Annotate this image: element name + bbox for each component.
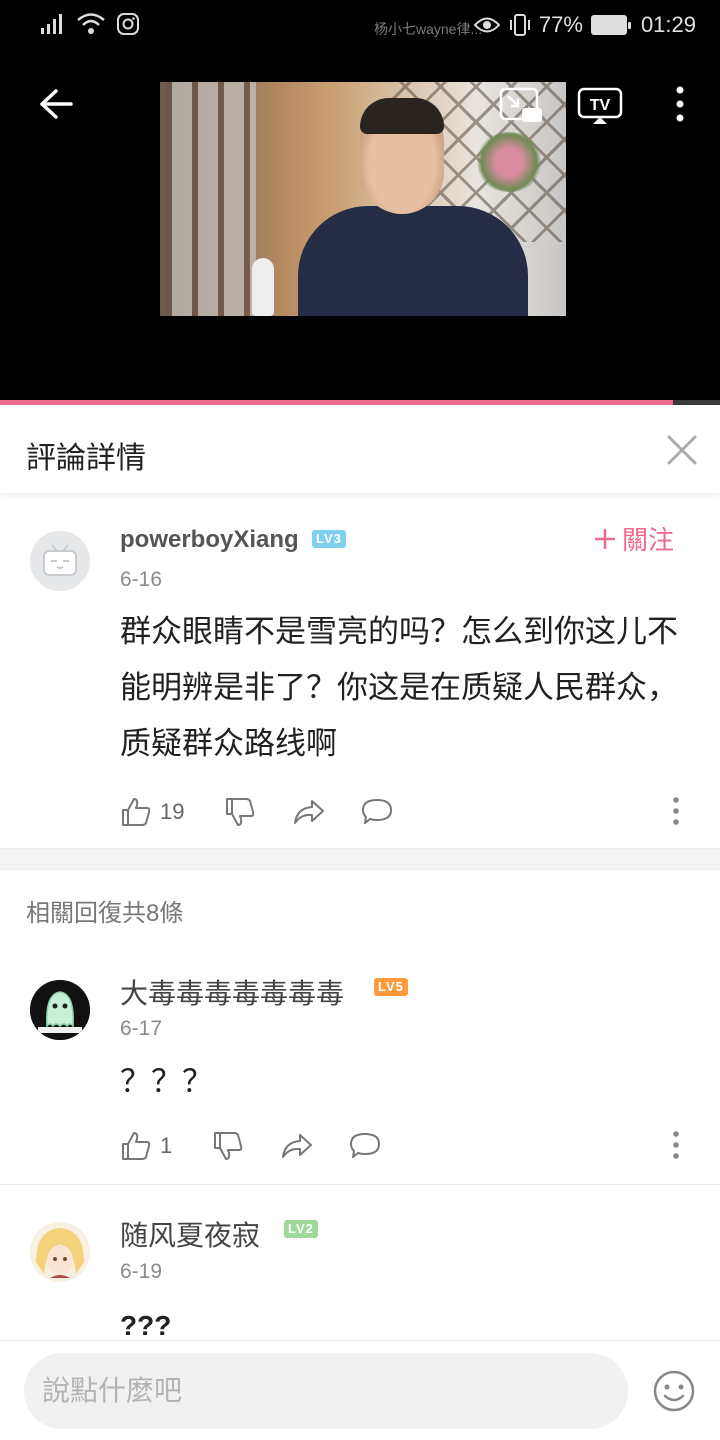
pip-button[interactable] [498,86,544,126]
reply-separator [0,1184,720,1185]
level-badge: LV3 [312,530,346,548]
like-button[interactable]: 19 [120,796,184,828]
comment-date: 6-19 [120,1260,163,1283]
svg-text:TV: TV [590,97,611,114]
follow-label: 關注 [622,525,675,555]
dislike-icon [226,798,255,826]
tv-mascot-avatar-icon [30,531,90,591]
reply-button[interactable] [348,1130,382,1162]
comment-more-button[interactable] [668,1128,684,1164]
avatar[interactable] [30,1222,90,1282]
eye-icon [473,17,501,33]
more-options-button[interactable] [664,82,696,126]
dislike-button[interactable] [224,796,256,828]
anime-girl-avatar-icon [30,1222,90,1282]
battery-percent: 77% [538,12,583,37]
share-button[interactable] [280,1130,314,1162]
more-vertical-icon [673,797,679,825]
like-count: 1 [160,1133,173,1158]
close-icon [667,435,697,465]
follow-button[interactable]: 關注 [594,520,674,557]
notification-text: 杨小七wayne律... [374,21,483,37]
back-button[interactable] [34,82,78,126]
like-icon [122,798,151,826]
vibrate-icon [509,14,530,36]
close-button[interactable] [662,430,702,470]
video-player[interactable]: 杨小七wayne律... 77% 01:29 TV [0,0,720,400]
comment-date: 6-17 [120,1017,163,1040]
back-icon [40,89,73,119]
wifi-icon [77,13,105,34]
section-divider [0,848,720,870]
video-plant [474,132,544,192]
battery-icon [590,15,631,35]
comment-actions: 19 [120,794,394,830]
comment-input-bar [0,1340,720,1440]
share-icon [294,800,325,824]
ghost-avatar-icon [30,980,90,1040]
status-right-icons: 77% 01:29 [473,12,696,38]
replies-count-header: 相關回復共8條 [26,900,184,927]
more-vertical-icon [673,1131,679,1159]
video-person-hair [360,98,444,134]
comment-text: ？？？ [120,1064,213,1099]
reply-icon [350,1133,381,1158]
comment-username[interactable]: 随风夏夜寂 [120,1214,260,1254]
comment-text: 群众眼睛不是雪亮的吗？怎么到你这儿不能明辨是非了？你这是在质疑人民群众，质疑群众… [120,614,678,761]
share-button[interactable] [292,796,326,828]
comment-panel-header: 評論詳情 [0,405,720,493]
tv-cast-button[interactable]: TV [576,86,624,126]
comment-username[interactable]: powerboyXiang [120,526,299,554]
status-bar: 杨小七wayne律... 77% 01:29 [0,0,720,52]
like-icon [122,1132,151,1160]
level-badge: LV5 [374,978,408,996]
comment-actions: 1 [120,1128,382,1164]
reply-icon [362,799,393,824]
emoji-button[interactable] [652,1369,696,1413]
dislike-button[interactable] [212,1130,244,1162]
instagram-icon [117,13,139,35]
like-count: 19 [160,799,185,824]
tv-icon: TV [577,87,623,124]
like-button[interactable]: 1 [120,1130,172,1162]
reply-button[interactable] [360,796,394,828]
signal-icon [41,14,62,34]
emoji-icon [653,1370,695,1412]
comment-input[interactable] [24,1353,628,1429]
status-left-icons [40,12,140,36]
share-icon [282,1134,313,1158]
video-swan [252,258,274,316]
clock: 01:29 [640,12,696,37]
avatar[interactable] [30,531,90,591]
pip-icon [499,87,542,122]
more-vertical-icon [676,86,684,122]
comment-more-button[interactable] [668,794,684,830]
video-person-body [298,206,528,316]
panel-title: 評論詳情 [26,442,146,475]
avatar[interactable] [30,980,90,1040]
comment-date: 6-16 [120,568,163,591]
level-badge: LV2 [284,1220,318,1238]
dislike-icon [214,1132,243,1160]
plus-icon [595,528,615,549]
video-window-bg [166,82,256,316]
comment-username[interactable]: 大毒毒毒毒毒毒毒 [120,972,344,1012]
